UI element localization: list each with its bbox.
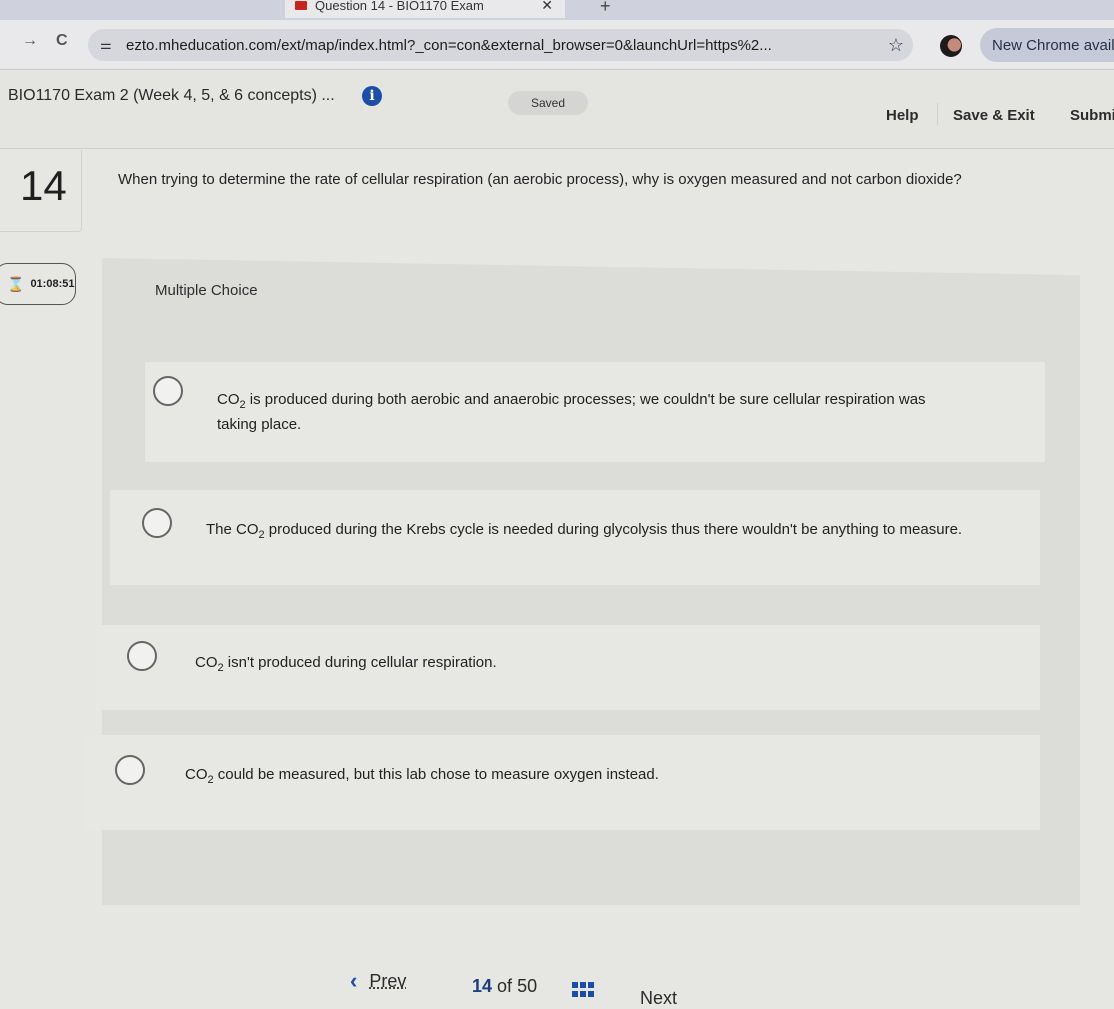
tab-title: Question 14 - BIO1170 Exam <box>315 0 484 13</box>
current-page: 14 <box>472 976 493 996</box>
save-exit-button[interactable]: Save & Exit <box>953 107 1035 124</box>
chrome-update-button[interactable]: New Chrome available <box>980 28 1114 62</box>
radio-button[interactable] <box>127 641 157 671</box>
timer-value: 01:08:51 <box>30 278 75 290</box>
prev-label[interactable]: Prev <box>369 971 406 992</box>
browser-tab-active[interactable]: Question 14 - BIO1170 Exam ✕ <box>285 0 565 18</box>
page-indicator: 14 of 50 <box>472 976 537 997</box>
site-settings-icon[interactable]: ⚌ <box>100 37 126 53</box>
profile-avatar[interactable] <box>940 35 962 57</box>
question-grid-icon[interactable] <box>572 982 594 998</box>
answer-choice-3[interactable]: CO2 isn't produced during cellular respi… <box>95 625 1040 710</box>
question-prompt: When trying to determine the rate of cel… <box>118 171 962 188</box>
browser-tabstrip: Question 14 - BIO1170 Exam ✕ + <box>0 0 1114 20</box>
browser-toolbar: → C ⚌ ezto.mheducation.com/ext/map/index… <box>0 20 1114 70</box>
question-number: 14 <box>20 162 67 209</box>
answer-choice-1[interactable]: CO2 is produced during both aerobic and … <box>145 362 1045 462</box>
answer-choice-4[interactable]: CO2 could be measured, but this lab chos… <box>85 735 1040 830</box>
question-type-label: Multiple Choice <box>155 282 258 299</box>
total-pages: 50 <box>517 976 538 996</box>
submit-button[interactable]: Submit <box>1070 107 1114 124</box>
question-nav-footer <box>0 905 1114 1000</box>
answer-choice-label[interactable]: CO2 isn't produced during cellular respi… <box>195 653 955 678</box>
radio-button[interactable] <box>153 376 183 406</box>
answer-choice-label[interactable]: CO2 is produced during both aerobic and … <box>217 390 957 435</box>
timer[interactable]: ⌛ 01:08:51 <box>0 263 76 305</box>
answer-choice-2[interactable]: The CO2 produced during the Krebs cycle … <box>110 490 1040 585</box>
close-tab-icon[interactable]: ✕ <box>541 0 565 14</box>
help-button[interactable]: Help <box>886 107 919 124</box>
prev-button[interactable]: ‹ Prev <box>350 968 406 994</box>
forward-arrow-icon[interactable]: → <box>22 32 38 50</box>
reload-icon[interactable]: C <box>56 32 68 50</box>
address-bar[interactable]: ⚌ ezto.mheducation.com/ext/map/index.htm… <box>88 29 913 61</box>
answer-choice-label[interactable]: CO2 could be measured, but this lab chos… <box>185 765 945 790</box>
mcgraw-hill-favicon-icon <box>295 0 307 10</box>
url-text[interactable]: ezto.mheducation.com/ext/map/index.html?… <box>126 37 879 54</box>
saved-status-badge: Saved <box>508 91 588 115</box>
header-divider <box>937 103 938 125</box>
info-icon[interactable]: i <box>362 86 382 106</box>
exam-header: BIO1170 Exam 2 (Week 4, 5, & 6 concepts)… <box>0 71 1114 149</box>
radio-button[interactable] <box>115 755 145 785</box>
bookmark-star-icon[interactable]: ☆ <box>879 35 913 56</box>
of-label: of <box>497 976 513 996</box>
answer-choice-label[interactable]: The CO2 produced during the Krebs cycle … <box>206 520 966 545</box>
next-button[interactable]: Next <box>640 988 677 1009</box>
exam-title: BIO1170 Exam 2 (Week 4, 5, & 6 concepts)… <box>8 87 335 104</box>
chevron-left-icon: ‹ <box>350 968 358 993</box>
radio-button[interactable] <box>142 508 172 538</box>
hourglass-icon: ⌛ <box>7 275 25 292</box>
new-tab-icon[interactable]: + <box>600 0 611 17</box>
